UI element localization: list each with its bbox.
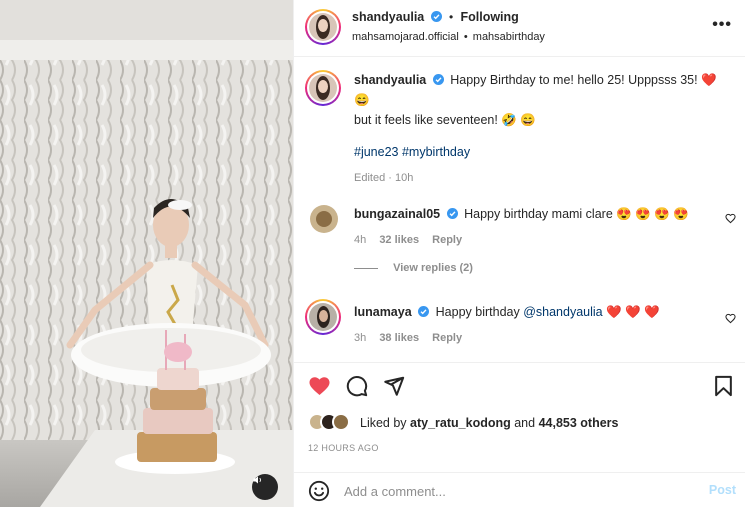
paper-plane-icon[interactable]: [383, 375, 405, 397]
comment-likes-count[interactable]: 32 likes: [379, 234, 419, 246]
hashtag-june23[interactable]: #june23: [354, 145, 399, 159]
reply-button[interactable]: Reply: [432, 234, 462, 246]
caption-username[interactable]: shandyaulia: [354, 73, 426, 87]
hashtag-mybirthday[interactable]: #mybirthday: [402, 145, 470, 159]
comment-input[interactable]: [344, 481, 674, 501]
post-comment-button[interactable]: Post: [709, 483, 736, 497]
collab-account-link[interactable]: mahsamojarad.official: [352, 31, 459, 43]
comment-username[interactable]: bungazainal05: [354, 207, 440, 221]
likes-count-link[interactable]: 44,853 others: [539, 416, 619, 430]
mention-link[interactable]: @shandyaulia: [523, 305, 602, 319]
comment-avatar[interactable]: [305, 299, 341, 335]
heart-filled-icon[interactable]: [308, 375, 331, 396]
caption-text-emoji: 😄: [354, 93, 370, 107]
comment-text-hearts: ❤️ ❤️ ❤️: [602, 305, 660, 319]
comment-like-icon[interactable]: [725, 213, 736, 224]
caption-avatar[interactable]: [305, 70, 341, 106]
caption-text-line1: Happy Birthday to me! hello 25! Upppsss …: [450, 73, 717, 87]
verified-badge-icon: [430, 11, 442, 22]
comment-time[interactable]: 3h: [354, 332, 366, 344]
liked-by-user-link[interactable]: aty_ratu_kodong: [410, 416, 511, 430]
video-frame: [0, 0, 293, 507]
liked-by-summary: Liked by aty_ratu_kodong and 44,853 othe…: [360, 416, 618, 430]
audio-link[interactable]: mahsabirthday: [473, 31, 545, 43]
post-header: shandyaulia • Following mahsamojarad.off…: [294, 0, 745, 57]
sub-separator: •: [463, 31, 468, 43]
liked-by-prefix: Liked by: [360, 416, 411, 430]
comments-section[interactable]: shandyaulia Happy Birthday to me! hello …: [294, 58, 745, 361]
verified-badge-icon: [418, 306, 430, 317]
reply-button[interactable]: Reply: [432, 332, 462, 344]
post-actions: Liked by aty_ratu_kodong and 44,853 othe…: [294, 362, 745, 462]
caption: shandyaulia Happy Birthday to me! hello …: [354, 70, 734, 184]
comment-composer: Post: [294, 472, 745, 507]
comment-text: Happy birthday: [435, 305, 524, 319]
more-options-button[interactable]: •••: [712, 16, 732, 34]
caption-text-line2: but it feels like seventeen! 🤣 😄: [354, 113, 536, 127]
comment-time[interactable]: 4h: [354, 234, 366, 246]
post-detail-panel: shandyaulia • Following mahsamojarad.off…: [293, 0, 745, 507]
comment-text: Happy birthday mami clare 😍 😍 😍 😍: [464, 207, 689, 221]
view-replies-line: [354, 267, 378, 269]
comment-item: bungazainal05 Happy birthday mami clare …: [354, 204, 714, 274]
bookmark-icon[interactable]: [714, 375, 733, 397]
following-button[interactable]: Following: [460, 10, 518, 24]
speaker-icon: [253, 476, 261, 484]
smiley-icon[interactable]: [308, 480, 330, 502]
post-timestamp[interactable]: 12 HOURS AGO: [308, 443, 379, 453]
liked-by-middle: and: [510, 416, 539, 430]
comment-like-icon[interactable]: [725, 313, 736, 324]
caption-edited-time: Edited · 10h: [354, 172, 414, 184]
comment-item: lunamaya Happy birthday @shandyaulia ❤️ …: [354, 302, 714, 344]
verified-badge-icon: [446, 208, 458, 219]
author-avatar[interactable]: [305, 9, 341, 45]
view-replies-button[interactable]: View replies (2): [393, 262, 473, 274]
comment-likes-count[interactable]: 38 likes: [379, 332, 419, 344]
comment-bubble-icon[interactable]: [346, 375, 368, 397]
liker-avatar[interactable]: [332, 413, 350, 431]
comment-username[interactable]: lunamaya: [354, 305, 412, 319]
author-username[interactable]: shandyaulia: [352, 10, 424, 24]
comment-avatar[interactable]: [310, 205, 338, 233]
audio-toggle-button[interactable]: [252, 474, 278, 500]
verified-badge-icon: [432, 74, 444, 85]
post-media[interactable]: [0, 0, 293, 507]
header-separator: •: [448, 10, 454, 24]
